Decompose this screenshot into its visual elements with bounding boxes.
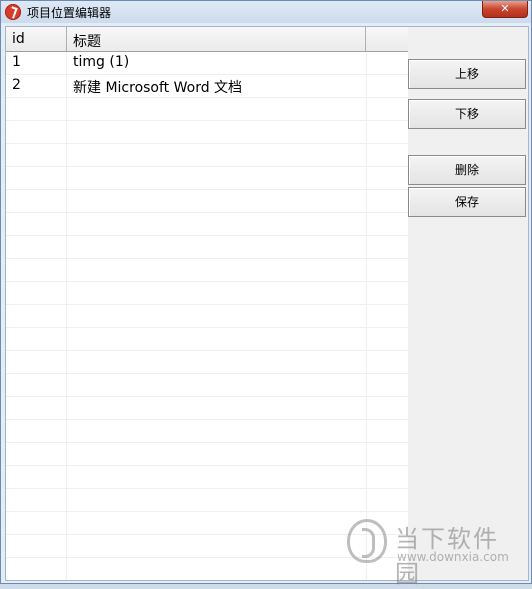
empty-row: [6, 466, 408, 489]
row-title: timg (1): [73, 54, 130, 70]
close-button[interactable]: ✕: [482, 1, 528, 18]
button-panel: 上移 下移 删除 保存: [408, 27, 528, 580]
list-row[interactable]: 1 timg (1): [6, 52, 408, 75]
watermark-url: www.downxia.com: [397, 550, 509, 564]
empty-row: [6, 328, 408, 351]
row-id: 1: [12, 54, 21, 70]
empty-row: [6, 443, 408, 466]
window-title: 项目位置编辑器: [27, 6, 112, 20]
client-area: id 标题 1 timg (1) 2 新建 Microsoft Word 文档: [5, 26, 529, 581]
delete-button[interactable]: 删除: [408, 155, 526, 185]
empty-row: [6, 167, 408, 190]
empty-row: [6, 98, 408, 121]
empty-row: [6, 282, 408, 305]
empty-row: [6, 397, 408, 420]
row-title: 新建 Microsoft Word 文档: [73, 80, 243, 96]
column-header-title-label: 标题: [73, 34, 101, 50]
empty-row: [6, 236, 408, 259]
move-down-button[interactable]: 下移: [408, 99, 526, 129]
save-button[interactable]: 保存: [408, 187, 526, 217]
empty-row: [6, 190, 408, 213]
column-header-title[interactable]: 标题: [67, 27, 366, 51]
empty-row: [6, 420, 408, 443]
move-up-button[interactable]: 上移: [408, 59, 526, 89]
item-list[interactable]: id 标题 1 timg (1) 2 新建 Microsoft Word 文档: [6, 27, 409, 580]
empty-row: [6, 351, 408, 374]
empty-row: [6, 213, 408, 236]
watermark-logo-icon: [347, 519, 387, 563]
column-header-id-label: id: [12, 31, 25, 47]
app-window: 项目位置编辑器 ✕ id 标题 1 timg (1) 2 新建 Microsof…: [0, 0, 532, 588]
empty-row: [6, 144, 408, 167]
empty-row: [6, 489, 408, 512]
list-rows: 1 timg (1) 2 新建 Microsoft Word 文档: [6, 52, 408, 580]
empty-row: [6, 305, 408, 328]
column-header-empty[interactable]: [366, 27, 408, 51]
empty-row: [6, 259, 408, 282]
empty-row: [6, 121, 408, 144]
list-row[interactable]: 2 新建 Microsoft Word 文档: [6, 75, 408, 98]
title-bar: 项目位置编辑器 ✕: [1, 1, 531, 23]
list-header: id 标题: [6, 27, 408, 52]
empty-row: [6, 374, 408, 397]
app-icon: [5, 4, 21, 20]
row-id: 2: [12, 77, 21, 93]
watermark: 当下软件园 www.downxia.com: [347, 517, 517, 588]
column-header-id[interactable]: id: [6, 27, 67, 51]
